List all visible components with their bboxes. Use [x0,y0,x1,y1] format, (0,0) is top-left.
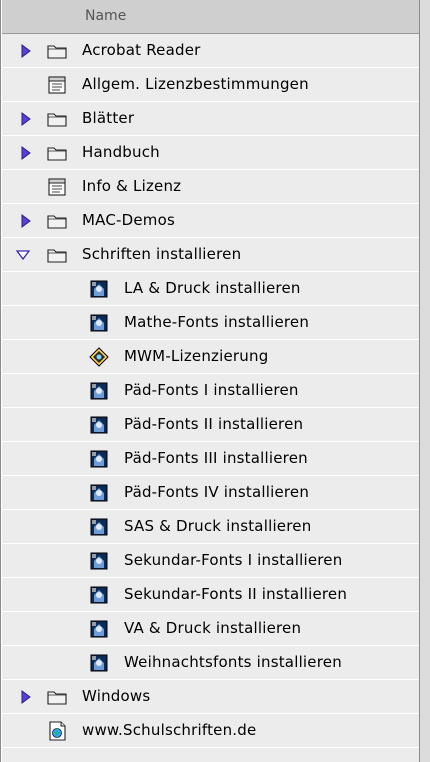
installer-icon [88,278,110,300]
list-item-label: Handbuch [82,143,160,161]
disclosure-triangle-closed-icon[interactable] [19,44,33,58]
folder-icon [46,244,68,266]
list-item[interactable]: Schriften installieren [2,238,419,272]
disclosure-triangle-open-icon[interactable] [15,248,31,262]
list-item[interactable]: Acrobat Reader [2,34,419,68]
disclosure-triangle-closed-icon[interactable] [19,690,33,704]
installer-icon [88,482,110,504]
installer-icon [88,312,110,334]
installer-icon [88,414,110,436]
folder-icon [46,142,68,164]
list-item[interactable]: Info & Lizenz [2,170,419,204]
list-item-label: www.Schulschriften.de [82,721,257,739]
list-item[interactable]: Handbuch [2,136,419,170]
list-item-label: Päd-Fonts III installieren [124,449,308,467]
list-item[interactable]: Päd-Fonts I installieren [2,374,419,408]
list-item-label: Windows [82,687,151,705]
column-header-name[interactable]: Name [85,8,126,24]
list-item-label: Blätter [82,109,135,127]
list-item[interactable]: Sekundar-Fonts I installieren [2,544,419,578]
document-icon [46,74,68,96]
list-item-label: Weihnachtsfonts installieren [124,653,342,671]
list-item[interactable]: VA & Druck installieren [2,612,419,646]
list-item-label: Sekundar-Fonts I installieren [124,551,343,569]
list-item-label: Acrobat Reader [82,41,201,59]
list-item[interactable]: Weihnachtsfonts installieren [2,646,419,680]
list-item[interactable]: Windows [2,680,419,714]
list-item[interactable]: Päd-Fonts II installieren [2,408,419,442]
list-item[interactable]: Allgem. Lizenzbestimmungen [2,68,419,102]
list-item-label: VA & Druck installieren [124,619,302,637]
web-document-icon [46,720,68,742]
folder-icon [46,108,68,130]
installer-icon [88,584,110,606]
disclosure-triangle-closed-icon[interactable] [19,146,33,160]
list-item-label: SAS & Druck installieren [124,517,312,535]
list-header: Name [2,0,419,34]
list-item-label: Allgem. Lizenzbestimmungen [82,75,309,93]
list-item-label: MAC-Demos [82,211,176,229]
list-item-label: Päd-Fonts I installieren [124,381,299,399]
app-icon [88,346,110,368]
list-item-label: MWM-Lizenzierung [124,347,269,365]
disclosure-triangle-closed-icon[interactable] [19,112,33,126]
list-item[interactable]: www.Schulschriften.de [2,714,419,748]
list-item[interactable]: MWM-Lizenzierung [2,340,419,374]
installer-icon [88,652,110,674]
installer-icon [88,448,110,470]
list-item[interactable]: Päd-Fonts III installieren [2,442,419,476]
list-item[interactable]: Mathe-Fonts installieren [2,306,419,340]
folder-icon [46,686,68,708]
list-item[interactable]: SAS & Druck installieren [2,510,419,544]
installer-icon [88,618,110,640]
list-item-label: Päd-Fonts IV installieren [124,483,310,501]
list-item-label: Mathe-Fonts installieren [124,313,310,331]
folder-icon [46,40,68,62]
list-item-label: Info & Lizenz [82,177,182,195]
scrollbar[interactable] [419,0,430,762]
file-list: Acrobat Reader Allgem. Lizenzbestimmunge… [2,34,419,762]
list-item-label: LA & Druck installieren [124,279,301,297]
list-item[interactable]: Sekundar-Fonts II installieren [2,578,419,612]
document-icon [46,176,68,198]
folder-icon [46,210,68,232]
installer-icon [88,516,110,538]
list-item-label: Sekundar-Fonts II installieren [124,585,348,603]
installer-icon [88,550,110,572]
list-item[interactable]: LA & Druck installieren [2,272,419,306]
list-item[interactable]: Blätter [2,102,419,136]
list-item[interactable]: MAC-Demos [2,204,419,238]
list-item[interactable]: Päd-Fonts IV installieren [2,476,419,510]
finder-window: Name Acrobat Reader Allgem. Lizenzbestim… [0,0,430,762]
disclosure-triangle-closed-icon[interactable] [19,214,33,228]
list-item-label: Schriften installieren [82,245,242,263]
list-item-label: Päd-Fonts II installieren [124,415,304,433]
installer-icon [88,380,110,402]
